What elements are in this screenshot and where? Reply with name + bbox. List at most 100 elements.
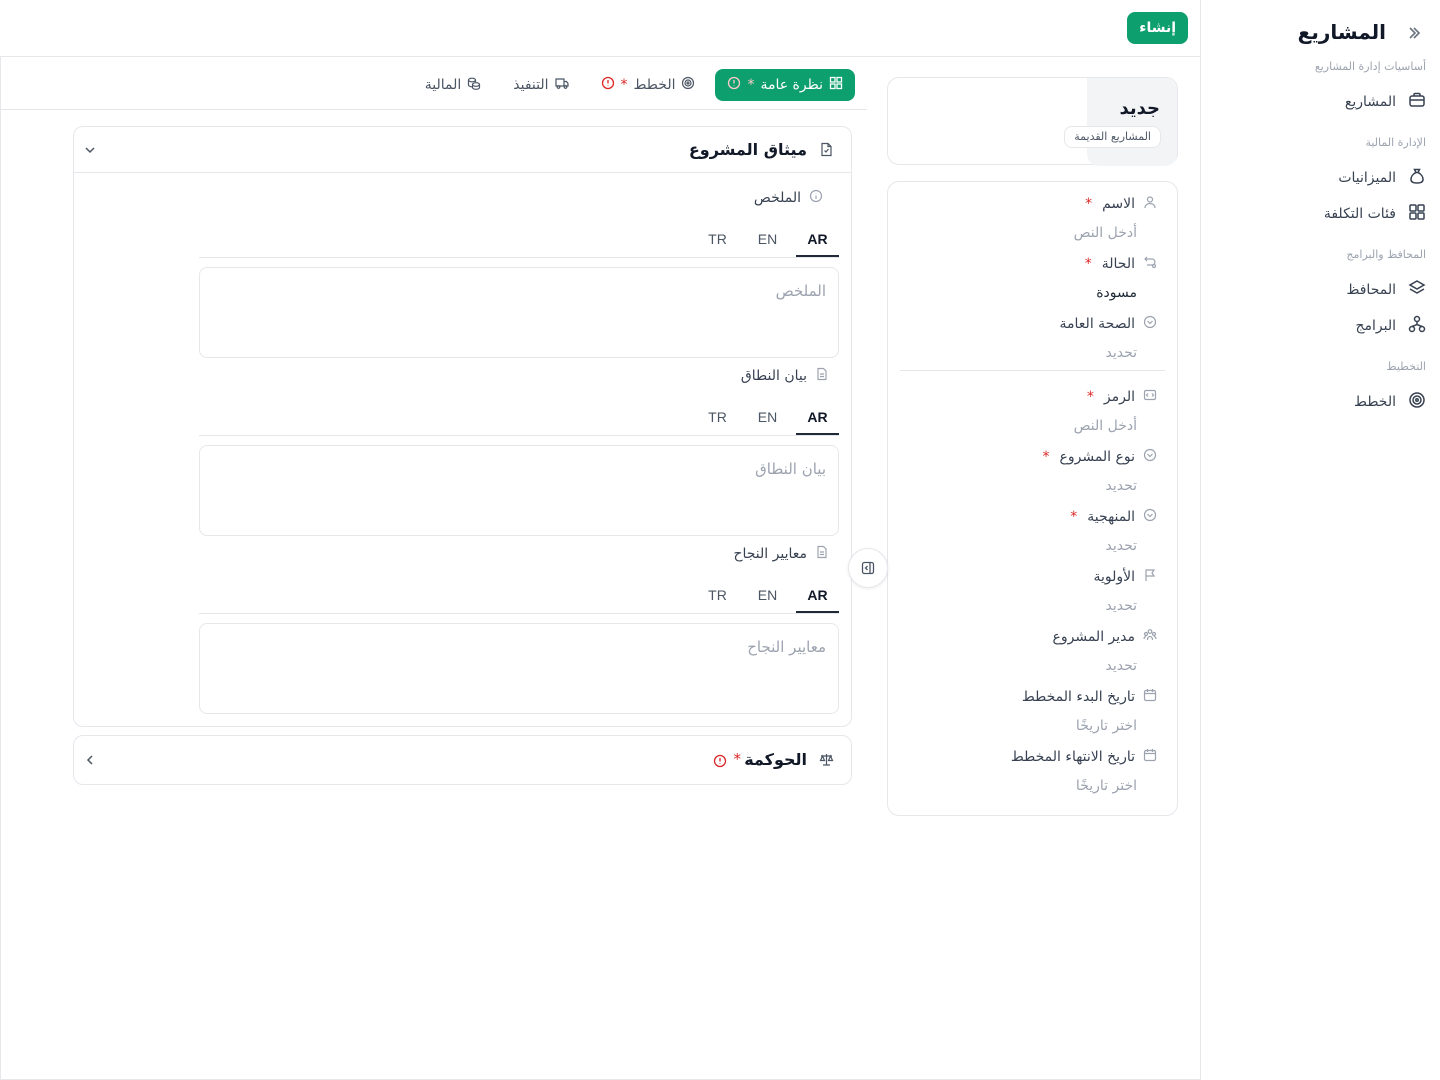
scope-textarea[interactable] <box>199 445 839 536</box>
user-icon <box>1143 195 1157 213</box>
target-icon <box>681 76 695 94</box>
circle-check-icon <box>1143 448 1157 466</box>
field-status-select[interactable]: مسودة <box>1096 285 1137 301</box>
field-end-date-label: تاريخ الانتهاء المخطط <box>1011 748 1157 766</box>
lang-tab-ar[interactable]: AR <box>796 578 839 613</box>
summary-textarea[interactable] <box>199 267 839 358</box>
sidebar-item-label: البرامج <box>1355 318 1396 334</box>
money-bag-icon <box>1408 167 1426 189</box>
summary-label: الملخص <box>754 189 823 207</box>
top-bar: إنشاء <box>0 0 1200 57</box>
sidebar-item-budgets[interactable]: الميزانيات <box>1338 164 1426 192</box>
required-mark: * <box>1085 196 1093 212</box>
lang-tab-en[interactable]: EN <box>746 222 789 257</box>
record-title: جديد <box>1119 98 1160 119</box>
required-mark: * <box>733 750 742 768</box>
lang-tab-tr[interactable]: TR <box>696 400 739 435</box>
panel-header[interactable]: ميثاق المشروع <box>74 127 851 173</box>
governance-panel[interactable]: الحوكمة * <box>73 735 852 785</box>
scope-language-tabs: AR EN TR <box>199 400 839 436</box>
lang-tab-tr[interactable]: TR <box>696 222 739 257</box>
section-tabs: نظرة عامة * الخطط * التنفيذ المالية <box>413 69 855 101</box>
project-fields-card: الاسم * أدخل النص الحالة * مسودة الصحة الع… <box>887 181 1178 816</box>
divider <box>900 370 1165 371</box>
field-start-date-picker[interactable]: اختر تاريخًا <box>1076 718 1137 734</box>
coins-icon <box>467 76 481 94</box>
field-priority-select[interactable]: تحديد <box>1105 598 1137 614</box>
scope-label: بيان النطاق <box>741 367 829 385</box>
sidebar-group-portfolios: المحافظ والبرامج <box>1346 248 1426 261</box>
field-end-date-picker[interactable]: اختر تاريخًا <box>1076 778 1137 794</box>
truck-icon <box>554 76 569 94</box>
panel-title: الحوكمة <box>744 750 807 769</box>
sidebar-item-plans[interactable]: الخطط <box>1354 388 1426 416</box>
required-mark: * <box>620 77 628 93</box>
required-mark: * <box>1086 389 1094 405</box>
legacy-projects-badge[interactable]: المشاريع القديمة <box>1064 126 1161 148</box>
sidebar-item-projects[interactable]: المشاريع <box>1345 88 1426 116</box>
info-icon <box>809 189 823 207</box>
sidebar-item-cost-categories[interactable]: فئات التكلفة <box>1324 200 1426 228</box>
sidebar-title: المشاريع <box>1297 20 1386 44</box>
record-header-card: جديد المشاريع القديمة <box>887 77 1178 166</box>
success-criteria-textarea[interactable] <box>199 623 839 714</box>
required-mark: * <box>1084 256 1092 272</box>
field-code-input[interactable]: أدخل النص <box>1074 418 1137 434</box>
alert-icon <box>601 76 615 94</box>
field-manager-label: مدير المشروع <box>1053 628 1158 646</box>
sidebar-item-portfolios[interactable]: المحافظ <box>1346 276 1426 304</box>
scale-icon <box>819 752 834 767</box>
summary-language-tabs: AR EN TR <box>199 222 839 258</box>
lang-tab-en[interactable]: EN <box>746 578 789 613</box>
document-icon <box>815 367 829 385</box>
tab-finance[interactable]: المالية <box>413 69 494 101</box>
toggle-side-panel-button[interactable] <box>848 548 888 588</box>
field-type-label: نوع المشروع * <box>1042 448 1157 466</box>
create-button[interactable]: إنشاء <box>1127 12 1188 44</box>
lang-tab-en[interactable]: EN <box>746 400 789 435</box>
circle-check-icon <box>1143 508 1157 526</box>
field-priority-label: الأولوية <box>1093 568 1157 586</box>
chevron-left-icon[interactable] <box>82 752 98 768</box>
sidebar-item-label: المحافظ <box>1346 282 1396 298</box>
target-icon <box>1408 391 1426 413</box>
field-manager-select[interactable]: تحديد <box>1105 658 1137 674</box>
tab-execution[interactable]: التنفيذ <box>501 69 580 101</box>
chevron-down-icon[interactable] <box>82 142 98 158</box>
field-name-input[interactable]: أدخل النص <box>1074 225 1137 241</box>
charter-document-icon <box>819 142 834 157</box>
calendar-icon <box>1143 688 1157 706</box>
field-name-label: الاسم * <box>1085 195 1157 213</box>
lang-tab-ar[interactable]: AR <box>796 222 839 257</box>
tabs-divider <box>1 109 867 110</box>
collapse-sidebar-icon[interactable] <box>1404 25 1424 45</box>
dashboard-icon <box>829 76 843 94</box>
field-methodology-select[interactable]: تحديد <box>1105 538 1137 554</box>
sidebar-item-label: الميزانيات <box>1338 170 1396 186</box>
alert-icon <box>727 76 741 94</box>
field-type-select[interactable]: تحديد <box>1105 478 1137 494</box>
sidebar-item-programs[interactable]: البرامج <box>1355 312 1426 340</box>
main-area: إنشاء جديد المشاريع القديمة الاسم * أدخل … <box>0 0 1200 1080</box>
lang-tab-ar[interactable]: AR <box>796 400 839 435</box>
field-code-label: الرمز * <box>1087 388 1157 406</box>
field-methodology-label: المنهجية * <box>1070 508 1157 526</box>
grid-icon <box>1408 203 1426 225</box>
panel-title: ميثاق المشروع <box>688 140 807 159</box>
lang-tab-tr[interactable]: TR <box>696 578 739 613</box>
field-health-label: الصحة العامة <box>1060 315 1157 333</box>
circle-check-icon <box>1143 315 1157 333</box>
content-area: جديد المشاريع القديمة الاسم * أدخل النص ا… <box>0 57 1200 1080</box>
field-status-label: الحالة * <box>1085 255 1157 273</box>
tab-overview[interactable]: نظرة عامة * <box>715 69 855 101</box>
sidebar-item-label: المشاريع <box>1344 94 1396 110</box>
success-criteria-label: معايير النجاح <box>733 545 829 563</box>
briefcase-icon <box>1408 91 1426 113</box>
sidebar-group-finance: الإدارة المالية <box>1365 136 1426 149</box>
status-icon <box>1143 255 1157 273</box>
field-health-select[interactable]: تحديد <box>1105 345 1137 361</box>
project-charter-panel: ميثاق المشروع الملخص AR EN TR بيان <box>73 126 852 727</box>
required-mark: * <box>1070 509 1078 525</box>
sidebar-group-planning: التخطيط <box>1386 360 1426 373</box>
tab-plans[interactable]: الخطط * <box>589 69 708 101</box>
